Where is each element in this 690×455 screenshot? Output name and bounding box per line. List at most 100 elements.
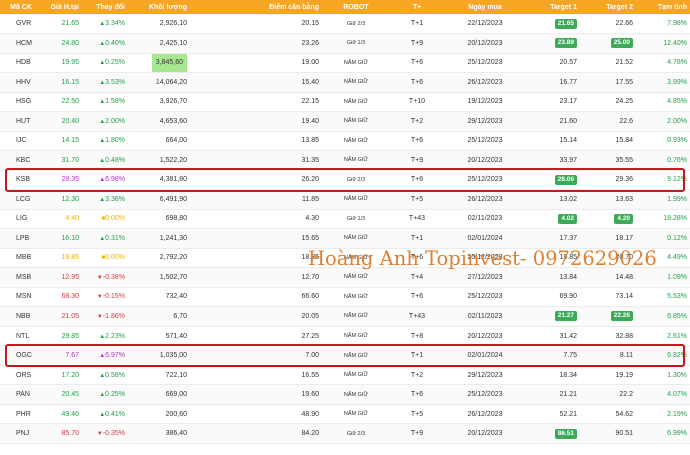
code-cell: HSG (16, 98, 32, 106)
target1-cell: 23.89 (526, 34, 580, 54)
buy-date-cell: 20/12/2023 (467, 156, 503, 164)
profit-cell: 12.40% (663, 39, 687, 47)
table-row[interactable]: LPB 16.10 ▲0.31% 1,241,30 15.65 NẮM GIỮ T+1 02/… (0, 228, 690, 249)
target2-cell: 73.14 (615, 293, 633, 301)
table-row[interactable]: PAN 20.45 ▲0.25% 669,00 19.60 NẮM GIỮ T+6 25/12… (0, 384, 690, 405)
table-row[interactable]: MSB 12.95 ▼-0.38% 1,502,70 12.70 NẮM GIỮ T+4 27… (0, 267, 690, 288)
header-volume[interactable]: Khối lượng (128, 0, 190, 14)
balance-cell: 4.30 (305, 215, 319, 223)
balance-cell: 22.15 (301, 98, 319, 106)
change-value: -1.86% (102, 312, 125, 320)
header-price[interactable]: Giá H.tại (42, 0, 82, 14)
tplus-cell: T+6 (410, 78, 424, 86)
buy-date-cell: 25/12/2023 (467, 254, 503, 262)
table-row[interactable]: LIG 4.40 ■0.00% 698,80 4.30 Giữ 1/3 T+43 02/11/… (0, 209, 690, 229)
table-header: Mã CK Giá H.tại Thay đổi Khối lượng Điểm… (0, 0, 690, 14)
balance-cell: 84.20 (301, 430, 319, 438)
volume-cell: 2,926,10 (159, 20, 187, 27)
price-cell: 20.45 (61, 391, 79, 399)
price-cell: 49.40 (61, 410, 79, 418)
table-row[interactable]: PHR 49.40 ▲0.41% 200,60 48.90 NẮM GIỮ T+5 26/12… (0, 404, 690, 424)
change-value: -0.15% (102, 293, 125, 301)
balance-cell: 7.00 (305, 352, 319, 360)
table-body: GVR 21.65 ▲3.34% 2,926,10 20.15 Giữ 2/3 T+1 22/… (0, 14, 690, 444)
balance-cell: 19.00 (301, 59, 319, 67)
profit-cell: 1.09% (667, 273, 687, 281)
price-cell: 14.15 (61, 137, 79, 145)
buy-date-cell: 20/12/2023 (467, 39, 503, 47)
price-cell: 85.70 (61, 430, 79, 438)
buy-date-cell: 22/12/2023 (467, 20, 503, 27)
table-row[interactable]: KBC 31.70 ▲0.48% 1,522,20 31.35 NẮM GIỮ T+9 20/… (0, 150, 690, 171)
buy-date-cell: 02/01/2024 (467, 234, 503, 242)
table-row[interactable]: GVR 21.65 ▲3.34% 2,926,10 20.15 Giữ 2/3 T+1 22/… (0, 14, 690, 34)
table-row[interactable]: HDB 19.95 ▲0.25% 3,845,60 19.00 NẮM GIỮ T+6 25/… (0, 53, 690, 73)
table-row[interactable]: HCM 24.80 ▲0.40% 2,425,10 23.26 Giữ 1/3 T+9 20/… (0, 33, 690, 54)
change-cell: ■0.00% (82, 209, 128, 229)
price-cell: 19.95 (61, 59, 79, 67)
header-change[interactable]: Thay đổi (82, 0, 128, 14)
price-cell: 17.20 (61, 371, 79, 379)
volume-cell: 6,491,90 (159, 195, 187, 203)
tplus-cell: T+6 (410, 59, 424, 67)
balance-cell: 19.60 (301, 391, 319, 399)
table-row[interactable]: NTL 29.85 ▲2.23% 571,40 27.25 NẮM GIỮ T+8 20/12… (0, 326, 690, 346)
balance-cell: 23.26 (301, 39, 319, 47)
price-cell: 22.50 (61, 98, 79, 106)
table-row[interactable]: OGC 7.67 ▲6.97% 1,035,00 7.00 NẮM GIỮ T+1 02/01… (0, 345, 690, 366)
target1-cell: 21.21 (559, 391, 577, 399)
volume-cell: 698,80 (165, 215, 187, 223)
code-cell: NTL (16, 332, 30, 340)
volume-cell: 732,40 (165, 293, 187, 301)
code-cell: MSB (16, 273, 32, 281)
price-cell: 7.67 (65, 352, 79, 360)
volume-cell: 1,035,00 (159, 352, 187, 360)
target2-cell: 21.52 (615, 59, 633, 67)
table-row[interactable]: NBB 21.05 ▼-1.86% 6,70 20.05 NẮM GIỮ T+43 02/11… (0, 306, 690, 327)
header-robot[interactable]: ROBOT (322, 0, 390, 14)
robot-cell: NẮM GIỮ (343, 79, 369, 86)
change-cell: ▲6.97% (82, 346, 128, 366)
target1-cell: 86.51 (526, 424, 580, 444)
profit-cell: 2.19% (667, 410, 687, 418)
volume-cell: 1,241,30 (159, 234, 187, 242)
balance-cell: 13.85 (301, 137, 319, 145)
volume-cell: 722,10 (165, 371, 187, 379)
profit-cell: 4.78% (667, 59, 687, 67)
header-profit[interactable]: Tạm tính (636, 0, 690, 14)
table-row[interactable]: HSG 22.50 ▲1.58% 3,926,70 22.15 NẮM GIỮ T+10 19… (0, 92, 690, 112)
target2-cell: 35.55 (615, 156, 633, 164)
change-value: 0.48% (105, 156, 125, 164)
target1-cell: 33.97 (559, 156, 577, 164)
table-row[interactable]: LCG 12.30 ▲3.36% 6,491,90 11.85 NẮM GIỮ T+5 26/… (0, 189, 690, 210)
header-target1[interactable]: Target 1 (526, 0, 580, 14)
profit-cell: 2.61% (667, 332, 687, 340)
target1-cell: 15.14 (559, 137, 577, 145)
table-row[interactable]: HHV 16.15 ▲3.53% 14,064,20 15.40 NẮM GIỮ T+6 26… (0, 72, 690, 93)
header-tplus[interactable]: T+ (390, 0, 444, 14)
header-buy-date[interactable]: Ngày mua (444, 0, 526, 14)
code-cell: OGC (16, 352, 32, 360)
volume-cell: 6,70 (173, 312, 187, 320)
table-row[interactable]: IJC 14.15 ▲1.80% 664,00 13.85 NẮM GIỮ T+6 25/12… (0, 131, 690, 151)
tplus-cell: T+6 (410, 137, 424, 145)
price-cell: 12.95 (61, 273, 79, 281)
target-badge: 21.27 (554, 311, 577, 322)
volume-cell: 3,926,70 (159, 98, 187, 106)
header-balance[interactable]: Điểm cân bằng (190, 0, 322, 14)
change-cell: ■0.00% (82, 248, 128, 268)
profit-cell: 6.82% (667, 352, 687, 360)
table-row[interactable]: HUT 20.40 ▲2.00% 4,653,60 19.40 NẮM GIỮ T+2 29/… (0, 111, 690, 132)
table-row[interactable]: PNJ 85.70 ▼-0.35% 386,40 84.20 Giữ 2/3 T+9 20/1… (0, 423, 690, 444)
change-value: 0.31% (105, 234, 125, 242)
table-row[interactable]: MBB 19.85 ■0.00% 2,792,20 18.35 NẮM GIỮ T+6 25/… (0, 248, 690, 268)
price-cell: 31.70 (61, 156, 79, 164)
table-row[interactable]: MSN 68.30 ▼-0.15% 732,40 66.60 NẮM GIỮ T+6 25/1… (0, 287, 690, 307)
table-row[interactable]: KSB 28.35 ▲6.98% 4,381,80 26.20 Giữ 2/3 T+6 25/… (0, 170, 690, 190)
header-code[interactable]: Mã CK (0, 0, 42, 14)
change-value: 0.25% (105, 391, 125, 399)
target1-cell: 17.37 (559, 234, 577, 242)
change-value: 0.41% (105, 410, 125, 418)
table-row[interactable]: ORS 17.20 ▲0.58% 722,10 16.55 NẮM GIỮ T+2 29/12… (0, 365, 690, 385)
header-target2[interactable]: Target 2 (580, 0, 636, 14)
